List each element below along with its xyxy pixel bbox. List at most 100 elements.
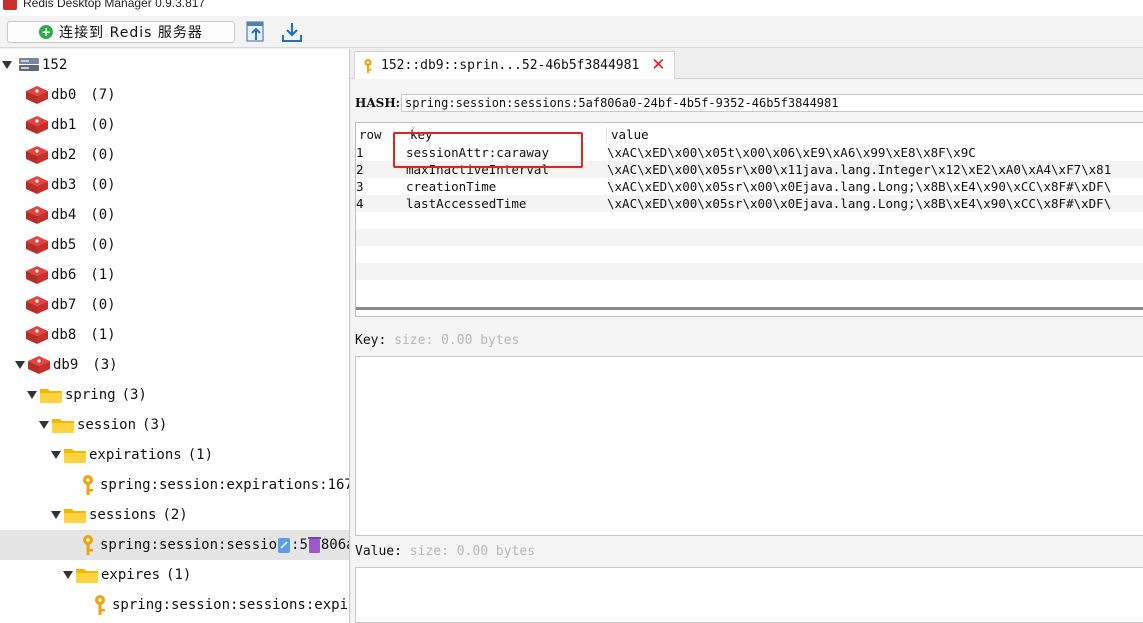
expand-arrow-icon[interactable] [51,451,61,459]
column-header-row[interactable]: row [359,127,382,143]
tree-db-db8[interactable]: db8 (1) [0,320,349,350]
folder-count: (2) [162,507,188,523]
hash-field: creationTime [406,179,497,194]
horizontal-scrollbar[interactable] [356,307,1143,310]
database-icon [26,326,48,344]
tree-db-db9[interactable]: db9 (3) [0,350,349,380]
table-row[interactable]: 4 lastAccessedTime \xAC\xED\x00\x05sr\x00\… [356,195,1143,212]
database-icon [26,116,48,134]
folder-icon [76,569,98,583]
db-count: (0) [90,237,116,253]
value-section-label: Value: size: 0.00 bytes [355,544,535,559]
database-icon [26,86,48,104]
table-row[interactable]: 2 maxInactiveInterval \xAC\xED\x00\x05sr\x… [356,161,1143,178]
tree-server-152[interactable]: 152 [0,50,349,80]
tree-db-db0[interactable]: db0 (7) [0,80,349,110]
database-icon [26,206,48,224]
hash-field: maxInactiveInterval [406,162,549,177]
empty-row [356,263,1143,280]
folder-icon [52,419,74,433]
tree-folder-spring[interactable]: spring (3) [0,380,349,410]
column-header-value[interactable]: value [606,127,649,143]
tree-db-db3[interactable]: db3 (0) [0,170,349,200]
folder-name: sessions [89,507,157,523]
db-count: (7) [90,87,116,103]
tree-db-db4[interactable]: db4 (0) [0,200,349,230]
server-icon [19,58,39,71]
tree-key-sessions-selected[interactable]: spring:session:sessio :5 806a0 [0,530,349,560]
tree-key-expires[interactable]: spring:session:sessions:expire [0,590,349,620]
value-editor[interactable] [355,567,1143,623]
database-icon [26,266,48,284]
table-row[interactable]: 3 creationTime \xAC\xED\x00\x05sr\x00\x0Ej… [356,178,1143,195]
db-name: db6 [51,267,77,283]
folder-name: session [77,417,137,433]
connect-server-button[interactable]: + 连接到 Redis 服务器 [7,21,235,43]
expand-arrow-icon[interactable] [15,361,25,369]
download-icon[interactable] [280,20,304,44]
tree-db-db7[interactable]: db7 (0) [0,290,349,320]
window-title: Redis Desktop Manager 0.9.3.817 [23,0,206,10]
db-name: db5 [51,237,77,253]
import-icon[interactable] [244,20,268,44]
connection-tree: 152 db0 (7) db1 (0) db2 (0) db3 (0) db4 (0) db5 (0)… [0,49,350,623]
tree-folder-sessions[interactable]: sessions (2) [0,500,349,530]
database-icon [26,146,48,164]
app-icon [3,0,17,10]
table-row[interactable]: 1 sessionAttr:caraway \xAC\xED\x00\x05t\x0… [356,144,1143,161]
hash-field: sessionAttr:caraway [406,145,549,160]
folder-icon [64,449,86,463]
key-viewer-panel: 152::db9::sprin...52-46b5f3844981 ✕ HASH… [351,49,1143,623]
row-index: 2 [356,162,364,177]
tree-folder-session[interactable]: session (3) [0,410,349,440]
key-icon [83,535,93,555]
db-name: db0 [51,87,77,103]
db-count: (0) [90,177,116,193]
key-icon [364,58,372,73]
folder-count: (3) [121,387,147,403]
row-index: 3 [356,179,364,194]
tree-db-db2[interactable]: db2 (0) [0,140,349,170]
hash-value: \xAC\xED\x00\x05sr\x00\x0Ejava.lang.Long… [607,179,1112,194]
tree-db-db1[interactable]: db1 (0) [0,110,349,140]
key-name-part: 806a0 [320,537,349,553]
expand-arrow-icon[interactable] [39,421,49,429]
value-label: Value: [355,544,402,559]
tree-folder-expirations[interactable]: expirations (1) [0,440,349,470]
db-name: db9 [53,357,79,373]
db-name: db2 [51,147,77,163]
delete-icon[interactable] [307,536,321,554]
tab-key-viewer[interactable]: 152::db9::sprin...52-46b5f3844981 ✕ [354,51,675,79]
db-count: (1) [90,267,116,283]
key-name-field[interactable]: spring:session:sessions:5af806a0-24bf-4b… [401,94,1143,112]
value-size: size: 0.00 bytes [409,544,536,559]
copy-icon[interactable] [277,536,291,554]
tree-db-db6[interactable]: db6 (1) [0,260,349,290]
key-editor[interactable] [355,356,1143,536]
database-icon [28,356,50,374]
expand-arrow-icon[interactable] [27,391,37,399]
row-index: 4 [356,196,364,211]
row-index: 1 [356,145,364,160]
hash-key-row: HASH: spring:session:sessions:5af806a0-2… [355,94,1143,112]
expand-arrow-icon[interactable] [2,61,12,69]
key-size: size: 0.00 bytes [394,333,520,348]
key-name: spring:session:expirations:16768 [100,477,350,493]
tree-key-expirations[interactable]: spring:session:expirations:16768 [0,470,350,500]
connect-button-label: 连接到 Redis 服务器 [59,25,203,41]
db-count: (0) [90,207,116,223]
key-type-label: HASH: [355,96,401,110]
close-tab-icon[interactable]: ✕ [651,57,665,74]
sort-chevron-icon: ⌄ [411,122,416,130]
folder-name: spring [65,387,116,403]
tree-db-db5[interactable]: db5 (0) [0,230,349,260]
db-count: (0) [90,147,116,163]
folder-count: (1) [187,447,214,463]
key-icon [95,595,105,615]
tree-folder-expires[interactable]: expires (1) [0,560,349,590]
expand-arrow-icon[interactable] [51,511,61,519]
database-icon [26,296,48,314]
expand-arrow-icon[interactable] [63,571,73,579]
toolbar: + 连接到 Redis 服务器 [0,16,1143,48]
key-label: Key: [355,333,387,348]
